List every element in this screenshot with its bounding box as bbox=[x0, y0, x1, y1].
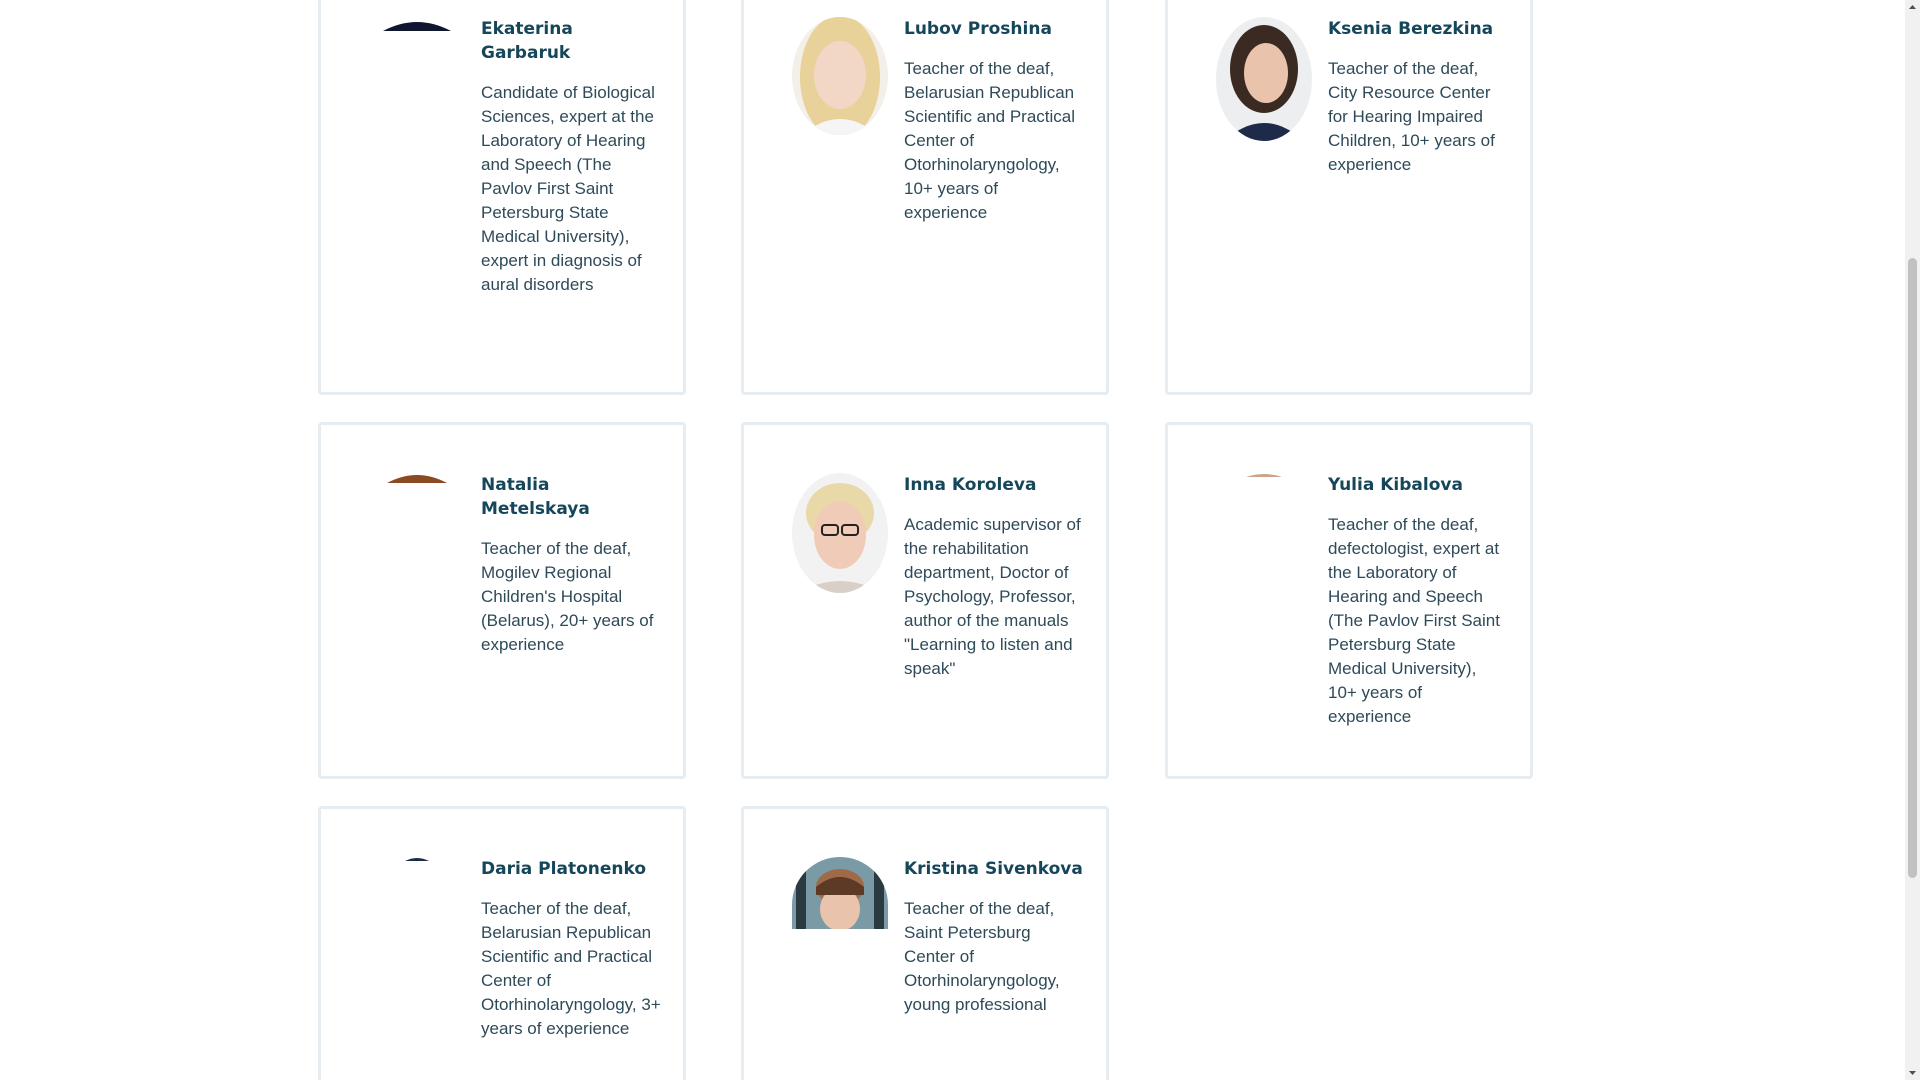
expert-name: Ekaterina Garbaruk bbox=[481, 19, 573, 63]
expert-card: Yulia Kibalova Teacher of the deaf, defe… bbox=[1165, 422, 1533, 779]
expert-description: Teacher of the deaf, defectologist, expe… bbox=[1328, 515, 1500, 726]
expert-card: Natalia Metelskaya Teacher of the deaf, … bbox=[318, 422, 686, 779]
expert-photo bbox=[1216, 17, 1312, 141]
expert-name: Natalia Metelskaya bbox=[481, 475, 590, 519]
expert-name: Lubov Proshina bbox=[904, 19, 1052, 39]
expert-description: Candidate of Biological Sciences, expert… bbox=[481, 83, 655, 294]
expert-name: Ksenia Berezkina bbox=[1328, 19, 1494, 39]
expert-card: Ksenia Berezkina Teacher of the deaf, Ci… bbox=[1165, 0, 1533, 395]
expert-description: Teacher of the deaf, Belarusian Republic… bbox=[904, 59, 1076, 222]
expert-card: Kristina Sivenkova Teacher of the deaf, … bbox=[741, 806, 1109, 1080]
experts-grid: Ekaterina Garbaruk Candidate of Biologic… bbox=[0, 0, 1905, 1080]
expert-name: Daria Platonenko bbox=[481, 859, 647, 879]
expert-photo bbox=[792, 857, 888, 929]
scroll-down-icon[interactable] bbox=[1905, 1065, 1920, 1080]
expert-name: Inna Koroleva bbox=[904, 475, 1037, 495]
expert-description: Teacher of the deaf, City Resource Cente… bbox=[1328, 59, 1495, 174]
vertical-scrollbar[interactable] bbox=[1905, 0, 1920, 1080]
expert-photo bbox=[1216, 473, 1312, 477]
expert-description: Teacher of the deaf, Belarusian Republic… bbox=[481, 899, 661, 1038]
expert-description: Academic supervisor of the rehabilitatio… bbox=[904, 515, 1081, 678]
expert-card: Inna Koroleva Academic supervisor of the… bbox=[741, 422, 1109, 779]
scrollbar-thumb[interactable] bbox=[1908, 258, 1917, 878]
expert-description: Teacher of the deaf, Saint Petersburg Ce… bbox=[904, 899, 1060, 1014]
expert-photo bbox=[792, 17, 888, 135]
expert-card: Ekaterina Garbaruk Candidate of Biologic… bbox=[318, 0, 686, 395]
expert-card: Lubov Proshina Teacher of the deaf, Bela… bbox=[741, 0, 1109, 395]
scroll-up-icon[interactable] bbox=[1905, 0, 1920, 15]
expert-card: Daria Platonenko Teacher of the deaf, Be… bbox=[318, 806, 686, 1080]
expert-photo bbox=[792, 473, 888, 593]
expert-photo bbox=[369, 473, 465, 483]
expert-name: Kristina Sivenkova bbox=[904, 859, 1083, 879]
expert-name: Yulia Kibalova bbox=[1328, 475, 1463, 495]
expert-photo bbox=[369, 857, 465, 861]
expert-photo bbox=[369, 17, 465, 31]
expert-description: Teacher of the deaf, Mogilev Regional Ch… bbox=[481, 539, 654, 654]
